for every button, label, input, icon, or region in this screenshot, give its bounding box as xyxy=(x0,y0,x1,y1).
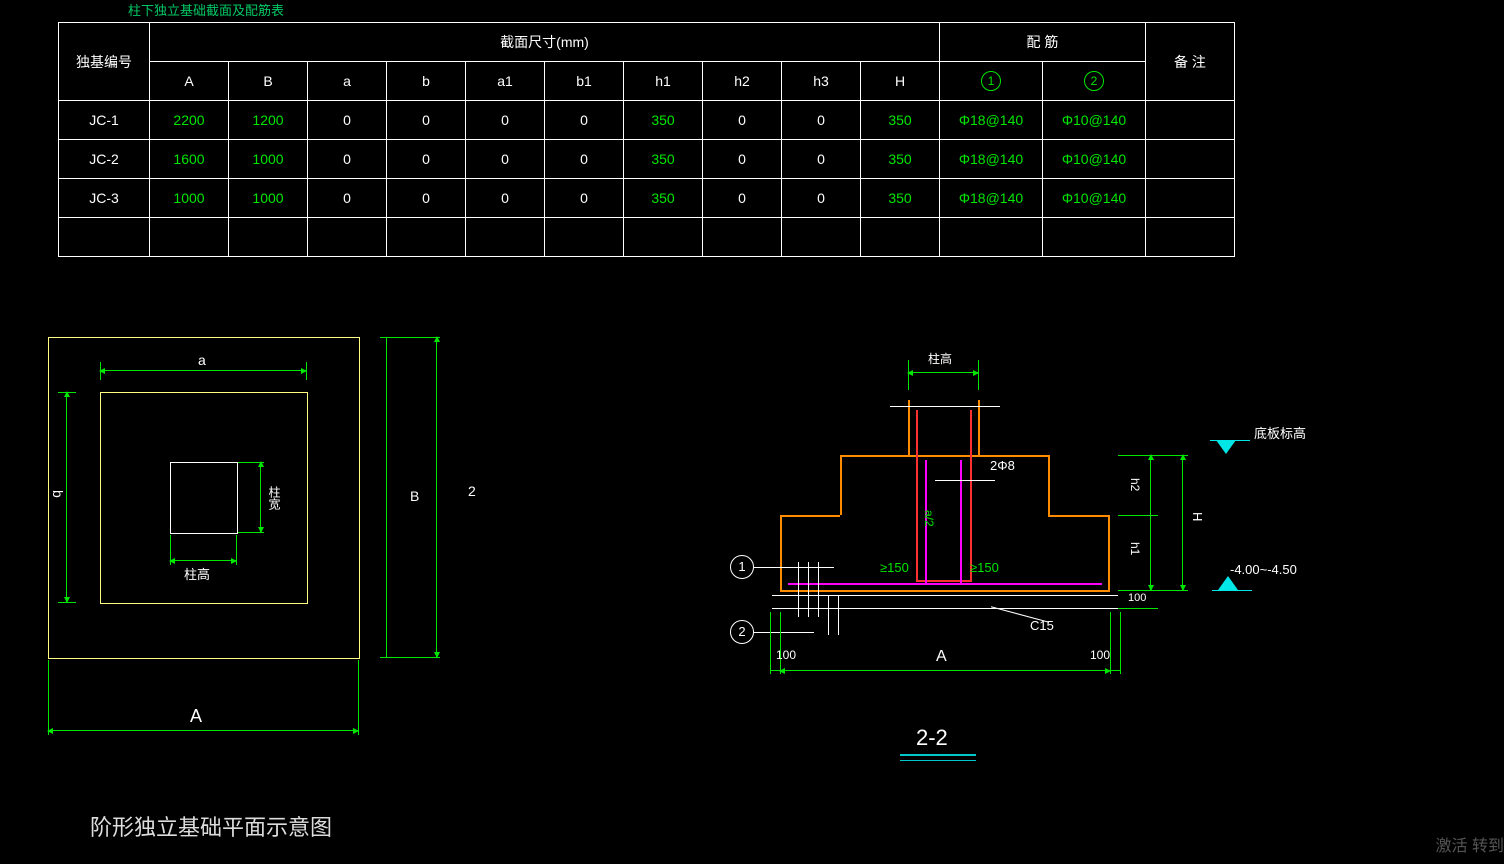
rebar-col-2: 2 xyxy=(1043,62,1146,101)
col-id: 独基编号 xyxy=(59,23,150,101)
elev-bottom-label: -4.00~-4.50 xyxy=(1230,562,1297,577)
dim-col-width xyxy=(908,372,978,373)
circled-1-icon: 1 xyxy=(981,71,1001,91)
dim-a xyxy=(100,370,306,371)
table-header-row-1: 独基编号 截面尺寸(mm) 配 筋 备 注 xyxy=(59,23,1235,62)
dim-H-inner xyxy=(1150,455,1151,590)
section-title: 2-2 xyxy=(916,725,948,751)
rebar-vert xyxy=(916,410,918,580)
plan-column-rect xyxy=(170,462,238,534)
dim-sec-A xyxy=(780,670,1110,671)
activation-watermark: 激活 转到 xyxy=(1436,832,1504,856)
cad-canvas: 柱下独立基础截面及配筋表 独基编号 截面尺寸(mm) 配 筋 备 注 A B a… xyxy=(0,0,1504,864)
dim-150-right: ≥150 xyxy=(970,560,999,575)
rebar-col-1: 1 xyxy=(940,62,1043,101)
circled-2-icon: 2 xyxy=(1084,71,1104,91)
dim-zhugao-h xyxy=(170,560,236,561)
elevation-marker-icon xyxy=(1216,440,1236,454)
break-line xyxy=(890,406,1000,407)
rebar-tag-1: 1 xyxy=(730,555,754,579)
dim-zhukuan-v xyxy=(260,462,261,532)
dim-b-label: b xyxy=(50,490,66,498)
dim-zhukuan-label: 柱宽 xyxy=(266,486,283,510)
rebar-tag-2: 2 xyxy=(730,620,754,644)
section-title-underline xyxy=(900,754,976,756)
dim-sec-A-label: A xyxy=(936,648,947,666)
elev-top-label: 底板标高 xyxy=(1254,423,1306,442)
dim-b xyxy=(66,392,67,602)
dim-H-label: H xyxy=(1190,512,1205,521)
bedding-label: C15 xyxy=(1030,618,1054,633)
rebar-mesh-bottom xyxy=(788,583,1102,585)
table-row: JC-3 10001000000035000350 Φ18@140Φ10@140 xyxy=(59,179,1235,218)
foundation-spec-table: 独基编号 截面尺寸(mm) 配 筋 备 注 A B a b a1 b1 h1 h… xyxy=(58,22,1235,257)
base-bottom xyxy=(780,590,1110,592)
dim-B xyxy=(436,337,437,657)
dim-A-label: A xyxy=(190,706,202,727)
dim-100-bed: 100 xyxy=(1128,592,1146,604)
col-rebar-group: 配 筋 xyxy=(940,23,1146,62)
dim-a-label: a xyxy=(198,352,206,368)
table-row: JC-1 22001200000035000350 Φ18@140Φ10@140 xyxy=(59,101,1235,140)
dim-100-right: 100 xyxy=(1090,648,1110,662)
dim-col-width-label: 柱高 xyxy=(928,350,952,367)
section-cut-label: 2 xyxy=(468,483,476,499)
dim-h1-label: h1 xyxy=(1128,542,1142,555)
dim-h2-label: h2 xyxy=(1128,478,1142,491)
col-section-group: 截面尺寸(mm) xyxy=(150,23,940,62)
dim-100-left: 100 xyxy=(776,648,796,662)
elevation-marker-icon xyxy=(1218,576,1238,590)
rebar-callout: 2Φ8 xyxy=(990,458,1015,473)
table-row: JC-2 16001000000035000350 Φ18@140Φ10@140 xyxy=(59,140,1235,179)
dim-A xyxy=(48,730,358,731)
table-header-row-2: A B a b a1 b1 h1 h2 h3 H 1 2 xyxy=(59,62,1235,101)
table-row-empty xyxy=(59,218,1235,257)
table-title: 柱下独立基础截面及配筋表 xyxy=(128,0,284,19)
plan-title: 阶形独立基础平面示意图 xyxy=(90,810,332,842)
dim-a-half: a/2 xyxy=(922,510,936,527)
dim-150-left: ≥150 xyxy=(880,560,909,575)
dim-zhugao-label: 柱高 xyxy=(184,564,210,583)
col-note: 备 注 xyxy=(1146,23,1235,101)
dim-H-outer xyxy=(1182,455,1183,590)
dim-B-label: B xyxy=(410,488,419,504)
